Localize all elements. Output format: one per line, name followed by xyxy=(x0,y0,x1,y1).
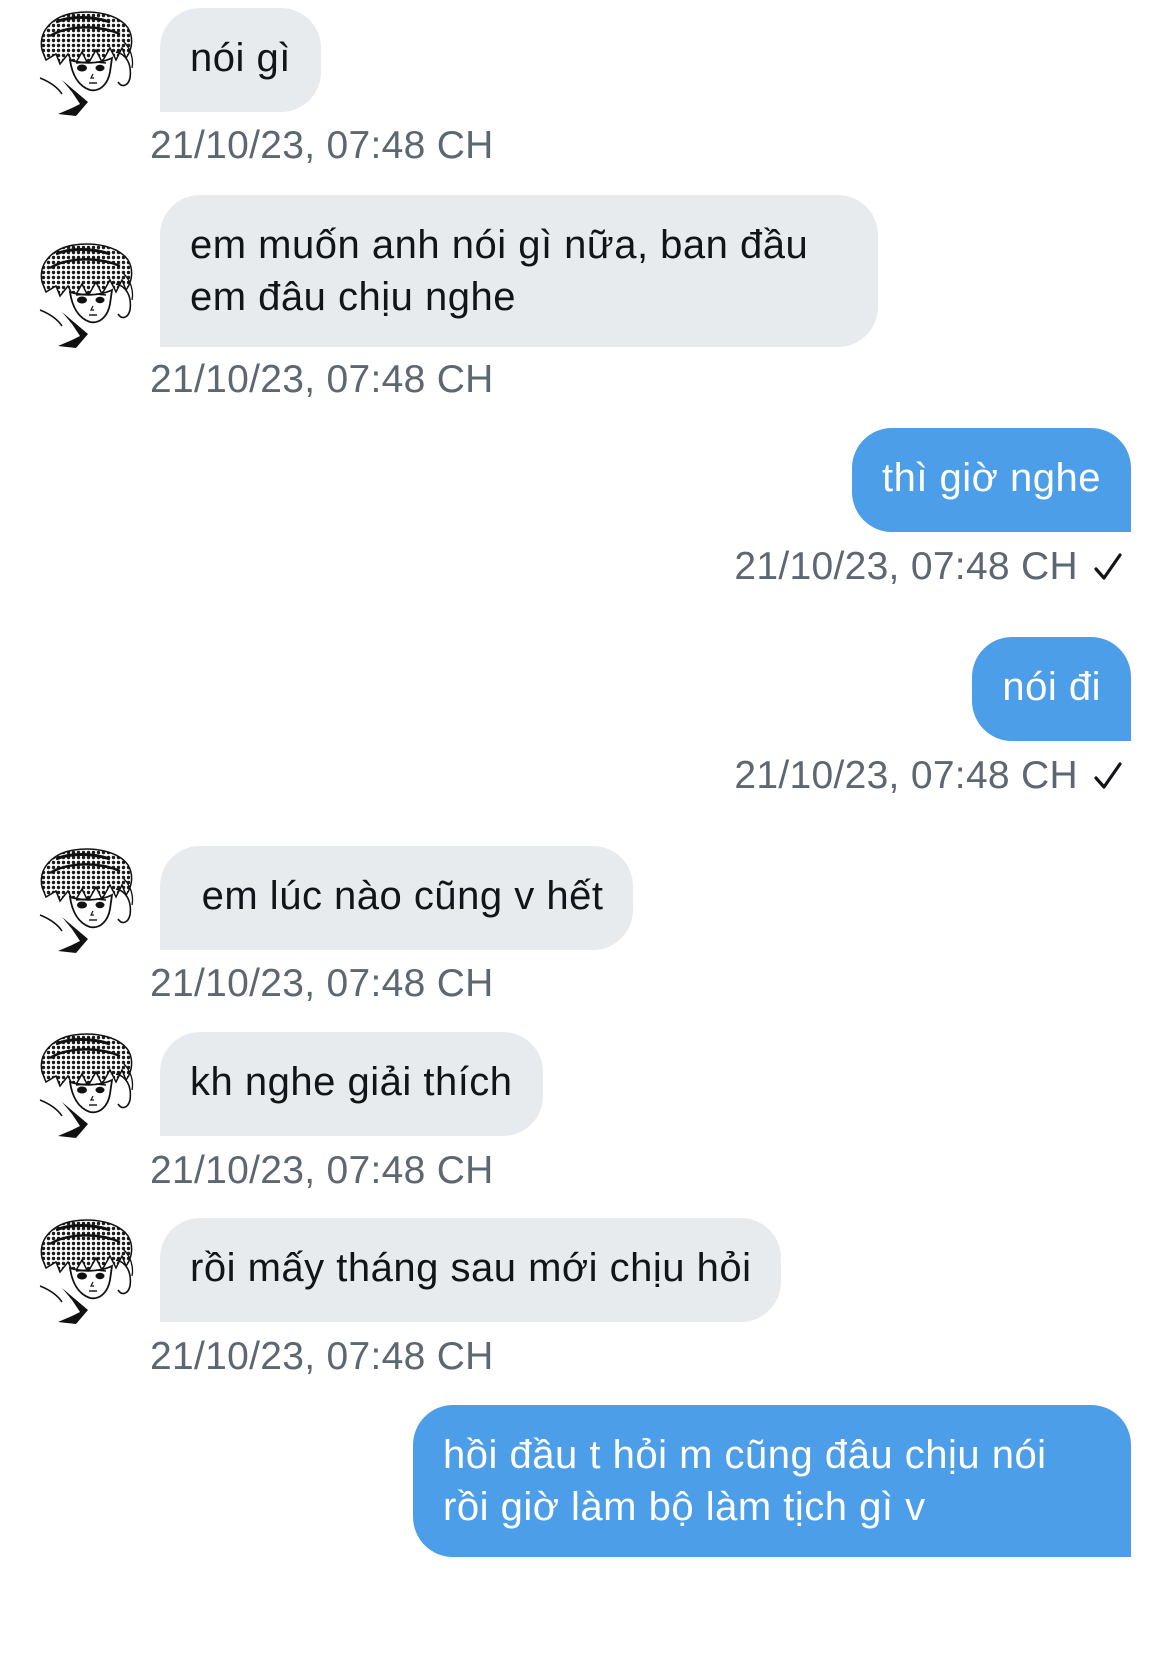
avatar-icon[interactable] xyxy=(36,8,136,118)
message-timestamp: 21/10/23, 07:48 CH xyxy=(150,1149,494,1192)
message-timestamp: 21/10/23, 07:48 CH xyxy=(150,962,494,1005)
message-timestamp: 21/10/23, 07:48 CH xyxy=(150,124,494,167)
avatar-icon[interactable] xyxy=(36,240,136,350)
message-meta: 21/10/23, 07:48 CH xyxy=(734,543,1124,591)
incoming-message-bubble[interactable]: em lúc nào cũng v hết xyxy=(160,846,634,950)
outgoing-message-bubble[interactable]: hồi đầu t hỏi m cũng đâu chịu nói rồi gi… xyxy=(413,1405,1131,1557)
message-timestamp: 21/10/23, 07:48 CH xyxy=(150,1335,494,1378)
outgoing-message-bubble[interactable]: thì giờ nghe xyxy=(851,428,1131,532)
message-meta: 21/10/23, 07:48 CH xyxy=(734,752,1124,800)
incoming-message-bubble[interactable]: rồi mấy tháng sau mới chịu hỏi xyxy=(160,1218,782,1322)
avatar-icon[interactable] xyxy=(36,1030,136,1140)
incoming-message-bubble[interactable]: nói gì xyxy=(160,8,321,112)
incoming-message-bubble[interactable]: kh nghe giải thích xyxy=(160,1032,543,1136)
message-timestamp: 21/10/23, 07:48 CH xyxy=(150,358,494,401)
avatar-icon[interactable] xyxy=(36,1216,136,1326)
checkmark-icon xyxy=(1092,759,1124,793)
incoming-message-bubble[interactable]: em muốn anh nói gì nữa, ban đầu em đâu c… xyxy=(160,195,878,347)
message-timestamp: 21/10/23, 07:48 CH xyxy=(734,545,1078,588)
checkmark-icon xyxy=(1092,550,1124,584)
message-timestamp: 21/10/23, 07:48 CH xyxy=(734,754,1078,797)
outgoing-message-bubble[interactable]: nói đi xyxy=(972,637,1131,741)
avatar-icon[interactable] xyxy=(36,845,136,955)
